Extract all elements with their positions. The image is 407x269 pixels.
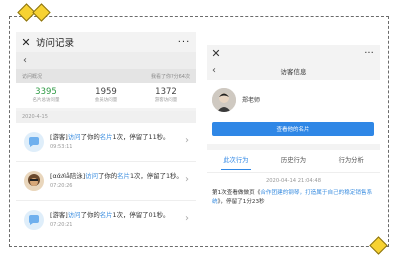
list-item[interactable]: [αά∂ìå陪泳]访问了你的名片1次，停留了1秒。 07:20:26 › <box>16 162 196 201</box>
overview-right-text: 我看了你?分64次 <box>150 73 190 80</box>
back-arrow-icon[interactable]: ‹ <box>212 65 216 76</box>
visit-detail: 1次，停留了01秒。 <box>112 210 170 219</box>
overview-header: 访问概况 我看了你?分64次 <box>16 69 196 83</box>
chevron-right-icon: › <box>185 174 189 185</box>
back-bar: ‹ <box>16 52 196 69</box>
more-icon[interactable]: ··· <box>358 48 380 59</box>
stat-value: 1372 <box>155 87 177 97</box>
desc-suffix: 》，停留了1分23秒 <box>217 199 265 205</box>
stat-total: 3395 名片总访问量 <box>16 87 76 104</box>
user-avatar-icon <box>24 171 44 191</box>
card-link[interactable]: 名片 <box>100 133 113 141</box>
desc-prefix: 第1次查看做做页《 <box>212 190 261 196</box>
list-item[interactable]: [游客]访问了你的名片1次，停留了01秒。 07:20:21 › <box>16 201 196 238</box>
chevron-right-icon: › <box>185 213 189 224</box>
behavior-description: 第1次查看做做页《合作团建的钢琴，打造属于自己的稳定销售系统》，停留了1分23秒 <box>207 189 380 207</box>
list-item[interactable]: [游客]访问了你的名片1次，停留了11秒。 09:53:11 › <box>16 123 196 162</box>
behavior-timestamp: 2020-04-14 21:04:48 <box>265 178 322 184</box>
stat-members: 1959 会员访问量 <box>76 87 136 104</box>
visitor-name: [αά∂ìå陪泳] <box>50 171 86 180</box>
avatar <box>212 87 236 112</box>
visit-mid: 了你的 <box>97 171 118 180</box>
card-link[interactable]: 名片 <box>117 172 130 180</box>
visitor-info-screen: ✕ ··· ‹ 访客信息 郑老师 查看他的名片 此次行为 历史行为 行为分析 2… <box>207 45 380 225</box>
chat-avatar-icon <box>24 210 44 230</box>
visit-time: 07:20:21 <box>50 221 73 228</box>
more-icon[interactable]: ··· <box>172 37 196 48</box>
tab-history-behavior[interactable]: 历史行为 <box>265 150 323 172</box>
visit-mid: 了你的 <box>80 132 100 141</box>
visit-mid: 了你的 <box>80 210 100 219</box>
tab-current-behavior[interactable]: 此次行为 <box>207 150 265 172</box>
visit-detail: 1次，停留了1秒。 <box>129 171 183 180</box>
chat-avatar-icon <box>24 132 44 152</box>
stat-guests: 1372 游客访问量 <box>136 87 196 104</box>
page-title: 访客信息 <box>280 67 307 76</box>
tab-behavior-analysis[interactable]: 行为分析 <box>322 150 380 172</box>
stats-row: 3395 名片总访问量 1959 会员访问量 1372 游客访问量 <box>16 83 196 108</box>
stat-label: 游客访问量 <box>154 98 178 103</box>
view-card-button[interactable]: 查看他的名片 <box>212 122 374 136</box>
close-icon[interactable]: ✕ <box>207 47 225 60</box>
stat-label: 名片总访问量 <box>32 98 60 103</box>
visit-link[interactable]: 访问 <box>68 133 81 141</box>
visit-link[interactable]: 访问 <box>68 211 81 219</box>
visit-detail: 1次，停留了11秒。 <box>112 132 170 141</box>
top-bar: ✕ 访问记录 ··· <box>16 32 196 52</box>
visitor-name: [游客] <box>50 210 68 219</box>
visitor-name: 郑老师 <box>242 97 261 104</box>
top-bar: ✕ ··· <box>207 45 380 61</box>
visitor-name: [游客] <box>50 132 68 141</box>
overview-label: 访问概况 <box>22 73 43 80</box>
visitor-profile: 郑老师 <box>207 85 380 114</box>
back-arrow-icon[interactable]: ‹ <box>23 55 27 66</box>
visit-list: [游客]访问了你的名片1次，停留了11秒。 09:53:11 › [αά∂ìå陪… <box>16 123 196 238</box>
card-link[interactable]: 名片 <box>100 211 113 219</box>
visit-time: 07:20:26 <box>50 182 73 189</box>
tab-bar: 此次行为 历史行为 行为分析 <box>207 150 380 173</box>
visit-records-screen: ✕ 访问记录 ··· ‹ 访问概况 我看了你?分64次 3395 名片总访问量 … <box>16 32 196 238</box>
stat-value: 1959 <box>95 87 117 97</box>
close-icon[interactable]: ✕ <box>16 36 36 49</box>
chevron-right-icon: › <box>185 135 189 146</box>
page-title: 访问记录 <box>36 38 75 49</box>
nav-bar: ‹ 访客信息 <box>207 61 380 80</box>
visit-link[interactable]: 访问 <box>85 172 98 180</box>
stat-label: 会员访问量 <box>94 98 118 103</box>
visit-time: 09:53:11 <box>50 143 73 150</box>
date-header: 2020-4-15 <box>16 111 196 123</box>
stat-value: 3395 <box>35 87 57 97</box>
